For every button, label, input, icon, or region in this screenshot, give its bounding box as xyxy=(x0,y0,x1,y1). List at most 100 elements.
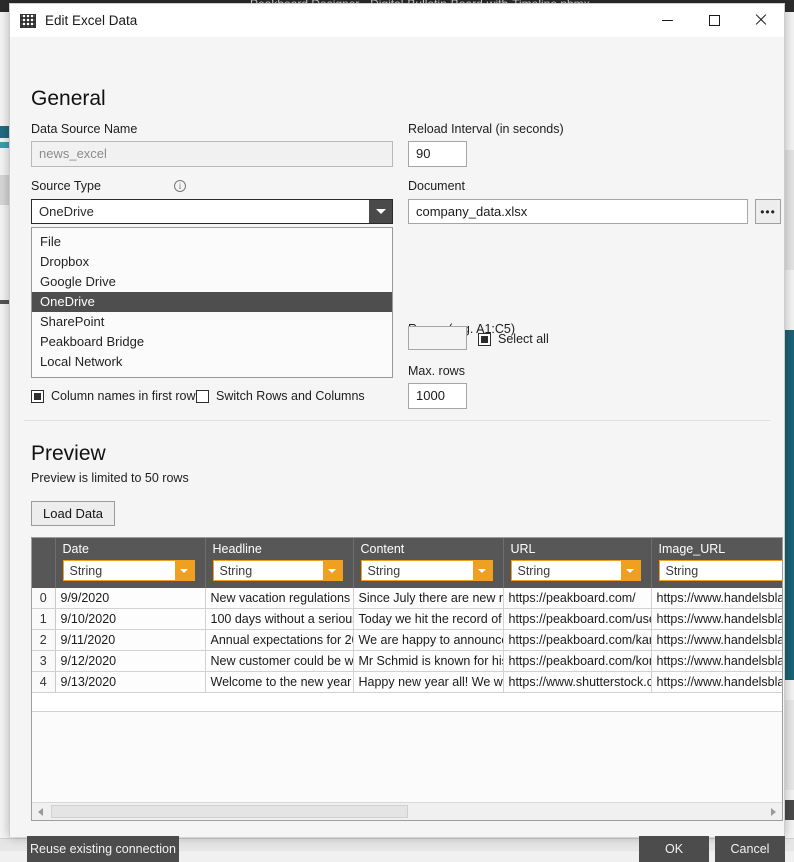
column-type-select-content[interactable]: String xyxy=(361,560,493,581)
cell-url[interactable]: https://peakboard.com/user xyxy=(503,609,651,630)
preview-table: Date String Headline String xyxy=(32,538,782,693)
cell-headline[interactable]: New customer could be won xyxy=(205,651,353,672)
caret-glyph xyxy=(626,569,634,573)
cell-date[interactable]: 9/12/2020 xyxy=(55,651,205,672)
column-type-value-headline: String xyxy=(214,564,323,578)
source-type-option-onedrive[interactable]: OneDrive xyxy=(32,292,392,312)
column-type-value-image-url: String xyxy=(660,564,783,578)
source-type-option-file[interactable]: File xyxy=(32,232,392,252)
column-header-date[interactable]: Date String xyxy=(55,538,205,588)
cell-content[interactable]: Happy new year all! We wish xyxy=(353,672,503,693)
cell-image-url[interactable]: https://www.handelsblatt.com/img xyxy=(651,651,782,672)
dialog-titlebar: Edit Excel Data xyxy=(10,4,784,37)
select-all-label: Select all xyxy=(498,332,549,346)
source-type-option-google-drive[interactable]: Google Drive xyxy=(32,272,392,292)
max-rows-input[interactable]: 1000 xyxy=(408,383,467,409)
grid-horizontal-scrollbar[interactable] xyxy=(32,802,782,820)
cell-date[interactable]: 9/10/2020 xyxy=(55,609,205,630)
chevron-down-icon[interactable] xyxy=(473,561,492,580)
grid-empty-area xyxy=(32,711,782,802)
table-header-row: Date String Headline String xyxy=(32,538,782,588)
select-all-checkbox[interactable]: Select all xyxy=(478,332,549,346)
background-left-marker xyxy=(0,300,9,304)
cell-date[interactable]: 9/11/2020 xyxy=(55,630,205,651)
cell-headline[interactable]: Annual expectations for 2019 xyxy=(205,630,353,651)
table-row[interactable]: 3 9/12/2020 New customer could be won Mr… xyxy=(32,651,782,672)
cell-date[interactable]: 9/13/2020 xyxy=(55,672,205,693)
maximize-button[interactable] xyxy=(691,4,737,36)
cell-image-url[interactable]: https://www.handelsblatt.com/img xyxy=(651,588,782,609)
chevron-down-icon[interactable] xyxy=(323,561,342,580)
caret-glyph xyxy=(180,569,188,573)
cell-headline[interactable]: New vacation regulations xyxy=(205,588,353,609)
ok-button[interactable]: OK xyxy=(639,836,709,862)
column-type-value-url: String xyxy=(512,564,621,578)
row-index: 4 xyxy=(32,672,55,693)
column-type-select-headline[interactable]: String xyxy=(213,560,343,581)
cell-content[interactable]: We are happy to announce xyxy=(353,630,503,651)
cell-url[interactable]: https://peakboard.com/kontakt xyxy=(503,651,651,672)
scroll-right-button[interactable] xyxy=(765,803,782,820)
column-names-first-row-checkbox[interactable]: Column names in first row xyxy=(31,389,196,403)
cell-content[interactable]: Today we hit the record of 100 days xyxy=(353,609,503,630)
switch-rows-columns-checkbox[interactable]: Switch Rows and Columns xyxy=(196,389,365,403)
column-header-content[interactable]: Content String xyxy=(353,538,503,588)
column-type-select-date[interactable]: String xyxy=(63,560,195,581)
background-right-teal-panel xyxy=(784,330,794,680)
source-type-combobox[interactable]: OneDrive xyxy=(31,199,393,224)
table-row[interactable]: 1 9/10/2020 100 days without a serious a… xyxy=(32,609,782,630)
general-heading: General xyxy=(31,87,106,111)
cell-image-url[interactable]: https://www.handelsblatt.com/img xyxy=(651,672,782,693)
cell-url[interactable]: https://peakboard.com/ xyxy=(503,588,651,609)
source-type-option-peakboard-bridge[interactable]: Peakboard Bridge xyxy=(32,332,392,352)
preview-data-grid: Date String Headline String xyxy=(31,537,783,821)
table-row[interactable]: 2 9/11/2020 Annual expectations for 2019… xyxy=(32,630,782,651)
column-name-content: Content xyxy=(361,542,503,556)
column-header-image-url[interactable]: Image_URL String xyxy=(651,538,782,588)
source-type-option-sharepoint[interactable]: SharePoint xyxy=(32,312,392,332)
cancel-button[interactable]: Cancel xyxy=(715,836,785,862)
source-type-dropdown-toggle[interactable] xyxy=(369,200,392,223)
cell-url[interactable]: https://peakboard.com/karriere xyxy=(503,630,651,651)
cell-url[interactable]: https://www.shutterstock.com xyxy=(503,672,651,693)
row-index: 0 xyxy=(32,588,55,609)
scrollbar-thumb[interactable] xyxy=(51,805,408,818)
close-button[interactable] xyxy=(737,4,783,36)
checkbox-indicator-column-names xyxy=(31,390,44,403)
column-name-headline: Headline xyxy=(213,542,353,556)
load-data-button[interactable]: Load Data xyxy=(31,501,115,526)
cell-content[interactable]: Mr Schmid is known for his xyxy=(353,651,503,672)
column-header-url[interactable]: URL String xyxy=(503,538,651,588)
cell-date[interactable]: 9/9/2020 xyxy=(55,588,205,609)
browse-document-button[interactable]: ••• xyxy=(755,199,781,224)
document-input[interactable]: company_data.xlsx xyxy=(408,199,748,224)
cell-content[interactable]: Since July there are new regulations xyxy=(353,588,503,609)
data-source-name-input[interactable]: news_excel xyxy=(31,141,393,167)
checkbox-indicator-switch-rows xyxy=(196,390,209,403)
source-type-option-local-network[interactable]: Local Network xyxy=(32,352,392,372)
cell-image-url[interactable]: https://www.handelsblatt.com/img xyxy=(651,609,782,630)
source-type-dropdown-list[interactable]: File Dropbox Google Drive OneDrive Share… xyxy=(31,227,393,378)
column-type-select-url[interactable]: String xyxy=(511,560,641,581)
excel-grid-icon xyxy=(20,14,36,28)
cell-image-url[interactable]: https://www.handelsblatt.com/img xyxy=(651,630,782,651)
chevron-left-icon xyxy=(38,808,43,816)
chevron-down-icon[interactable] xyxy=(175,561,194,580)
table-row[interactable]: 0 9/9/2020 New vacation regulations Sinc… xyxy=(32,588,782,609)
info-icon[interactable]: i xyxy=(174,180,186,192)
chevron-down-icon[interactable] xyxy=(621,561,640,580)
row-index: 1 xyxy=(32,609,55,630)
column-type-select-image-url[interactable]: String xyxy=(659,560,783,581)
minimize-button[interactable] xyxy=(644,4,690,36)
scroll-left-button[interactable] xyxy=(32,803,49,820)
caret-glyph xyxy=(328,569,336,573)
reload-interval-input[interactable]: 90 xyxy=(408,141,467,167)
column-header-headline[interactable]: Headline String xyxy=(205,538,353,588)
minimize-icon xyxy=(662,20,673,21)
source-type-option-dropbox[interactable]: Dropbox xyxy=(32,252,392,272)
cell-headline[interactable]: Welcome to the new year xyxy=(205,672,353,693)
range-input[interactable] xyxy=(408,326,467,350)
cell-headline[interactable]: 100 days without a serious accident xyxy=(205,609,353,630)
reuse-existing-connection-button[interactable]: Reuse existing connection xyxy=(27,836,179,862)
table-row[interactable]: 4 9/13/2020 Welcome to the new year Happ… xyxy=(32,672,782,693)
